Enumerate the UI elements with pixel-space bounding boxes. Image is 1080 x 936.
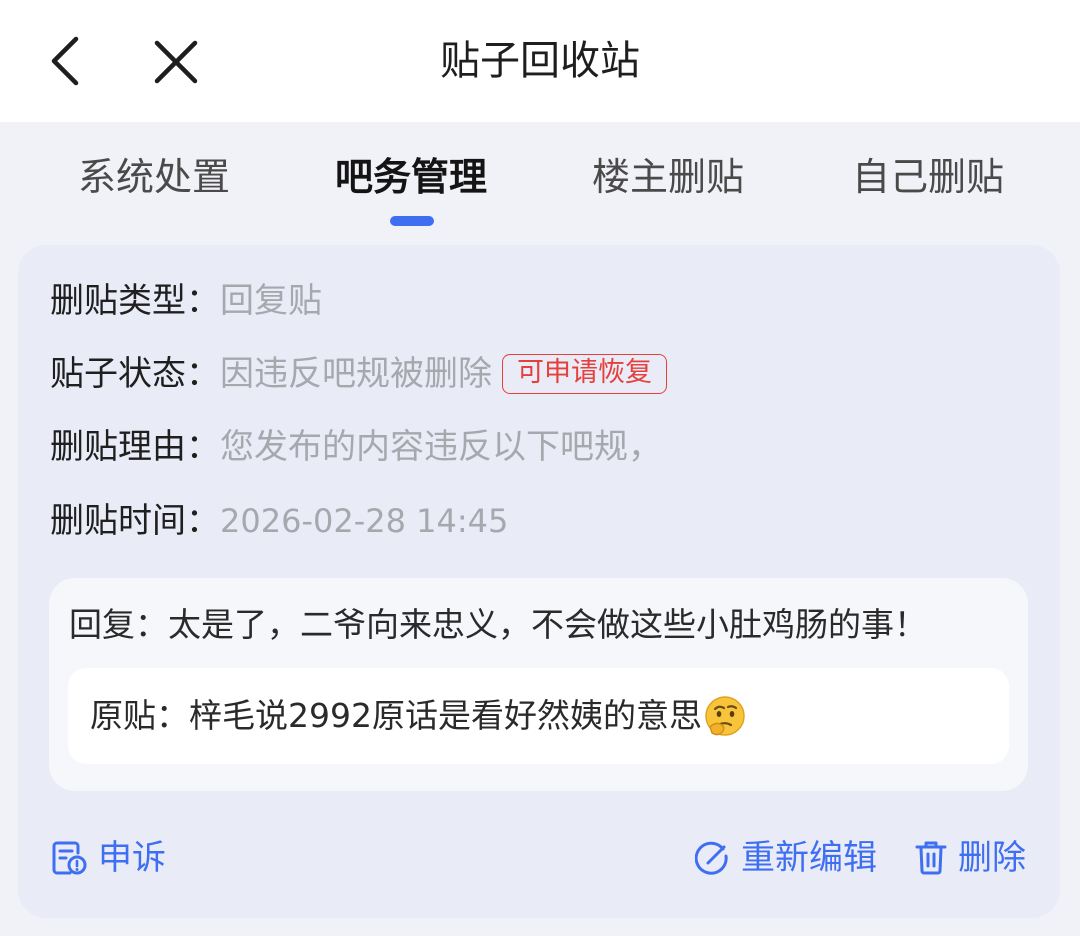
delete-type-row: 删贴类型： 回复贴 (50, 276, 322, 326)
thinking-face-emoji (705, 696, 745, 736)
delete-reason-label: 删贴理由： (50, 427, 220, 467)
page-title: 贴子回收站 (440, 38, 640, 84)
original-post-text: 原贴：梓毛说2992原话是看好然姨的意思 (90, 696, 702, 735)
recoverable-badge[interactable]: 可申请恢复 (502, 354, 667, 394)
delete-time-label: 删贴时间： (50, 501, 220, 541)
reply-text: 回复：太是了，二爷向来忠义，不会做这些小肚鸡肠的事！ (69, 605, 927, 644)
top-bar: 贴子回收站 (0, 0, 1080, 122)
delete-button[interactable]: 删除 (914, 833, 1026, 883)
delete-label: 删除 (958, 838, 1026, 878)
reply-content-box[interactable]: 回复：太是了，二爷向来忠义，不会做这些小肚鸡肠的事！ 原贴：梓毛说2992原话是… (49, 578, 1028, 791)
reedit-button[interactable]: 重新编辑 (695, 833, 877, 883)
post-status-value: 因违反吧规被删除 (220, 354, 492, 394)
trash-icon (915, 841, 947, 875)
tab-bar-management[interactable]: 吧务管理 (335, 152, 487, 212)
tab-bar: 系统处置 吧务管理 楼主删贴 自己删贴 (0, 122, 1080, 242)
original-post-box[interactable]: 原贴：梓毛说2992原话是看好然姨的意思 (68, 668, 1009, 764)
appeal-document-icon (52, 841, 87, 875)
delete-reason-value[interactable]: 您发布的内容违反以下吧规， (220, 422, 662, 472)
active-tab-indicator (390, 216, 434, 226)
tab-self-deleted[interactable]: 自己删贴 (852, 152, 1004, 212)
edit-icon (695, 841, 728, 875)
tab-system-handling[interactable]: 系统处置 (78, 152, 230, 212)
deleted-post-card: 删贴类型： 回复贴 贴子状态： 因违反吧规被删除 可申请恢复 删贴理由： 您发布… (18, 245, 1060, 918)
delete-time-row: 删贴时间： 2026-02-28 14:45 (50, 496, 508, 546)
tab-op-deleted[interactable]: 楼主删贴 (592, 152, 744, 212)
appeal-label: 申诉 (98, 838, 166, 878)
delete-type-label: 删贴类型： (50, 281, 220, 321)
appeal-button[interactable]: 申诉 (50, 833, 166, 883)
post-status-row: 贴子状态： 因违反吧规被删除 可申请恢复 (50, 349, 667, 399)
delete-reason-row: 删贴理由： 您发布的内容违反以下吧规， (50, 422, 662, 472)
post-status-label: 贴子状态： (50, 354, 220, 394)
delete-type-value: 回复贴 (220, 281, 322, 321)
original-post-line: 原贴：梓毛说2992原话是看好然姨的意思 (90, 693, 746, 739)
delete-time-value: 2026-02-28 14:45 (220, 502, 509, 540)
reedit-label: 重新编辑 (741, 838, 877, 878)
